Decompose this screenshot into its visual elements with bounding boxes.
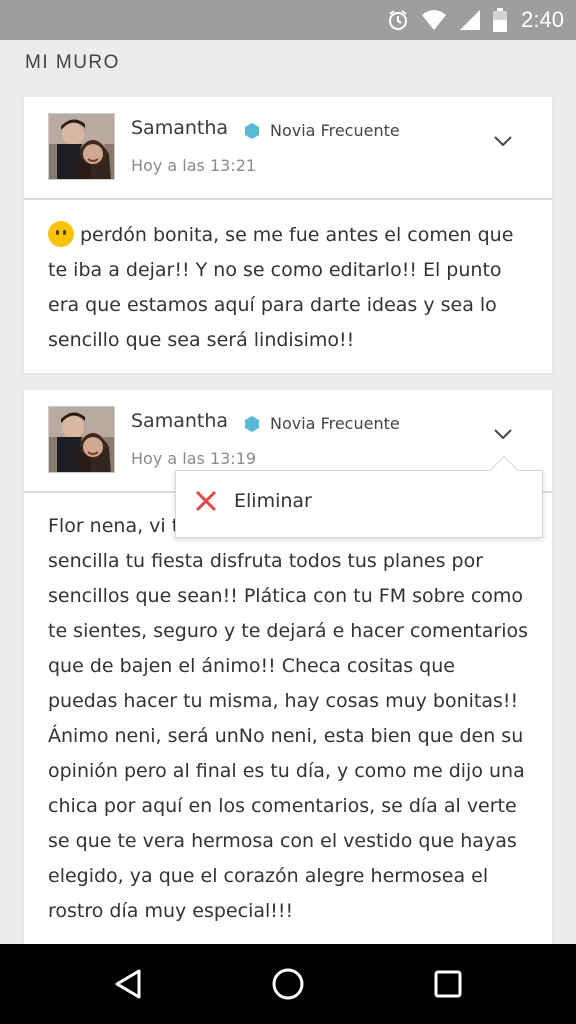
emoji-icon [48, 221, 74, 247]
post-header: Samantha Novia Frecuente Hoy a las 13:21 [24, 97, 552, 200]
author-name[interactable]: Samantha [131, 117, 228, 139]
badge: Novia Frecuente [244, 121, 400, 140]
post-text: Flor nena, vi tus mensajes y no importa … [48, 515, 529, 922]
close-icon [195, 490, 217, 512]
badge-hexagon-icon [245, 415, 259, 432]
post-text: perdón bonita, se me fue antes el comen … [48, 224, 514, 351]
back-icon[interactable] [110, 966, 146, 1002]
page-title: MI MURO [25, 52, 120, 73]
post-body: Flor nena, vi tus mensajes y no importa … [24, 493, 552, 929]
navigation-bar [0, 944, 576, 1024]
wifi-icon [421, 9, 447, 31]
author-name[interactable]: Samantha [131, 410, 228, 432]
badge: Novia Frecuente [244, 414, 400, 433]
home-icon[interactable] [270, 966, 306, 1002]
post-body: perdón bonita, se me fue antes el comen … [24, 200, 552, 358]
badge-hexagon-icon [245, 122, 259, 139]
post-timestamp: Hoy a las 13:21 [131, 156, 257, 175]
avatar[interactable] [48, 113, 115, 180]
alarm-icon [387, 9, 409, 31]
avatar[interactable] [48, 406, 115, 473]
post-timestamp: Hoy a las 13:19 [131, 449, 257, 468]
badge-label: Novia Frecuente [270, 121, 400, 140]
status-bar: 2:40 [0, 0, 576, 40]
status-icons: 2:40 [387, 5, 564, 35]
battery-icon [493, 8, 508, 32]
signal-icon [459, 9, 481, 31]
chevron-down-icon[interactable] [492, 423, 514, 445]
post-card: Samantha Novia Frecuente Hoy a las 13:21… [24, 97, 552, 373]
post-options-menu: Eliminar [175, 455, 543, 538]
recents-icon[interactable] [430, 966, 466, 1002]
badge-label: Novia Frecuente [270, 414, 400, 433]
status-time: 2:40 [521, 7, 564, 32]
delete-menu-item[interactable]: Eliminar [194, 489, 312, 513]
delete-label: Eliminar [234, 490, 312, 512]
chevron-down-icon[interactable] [492, 130, 514, 152]
